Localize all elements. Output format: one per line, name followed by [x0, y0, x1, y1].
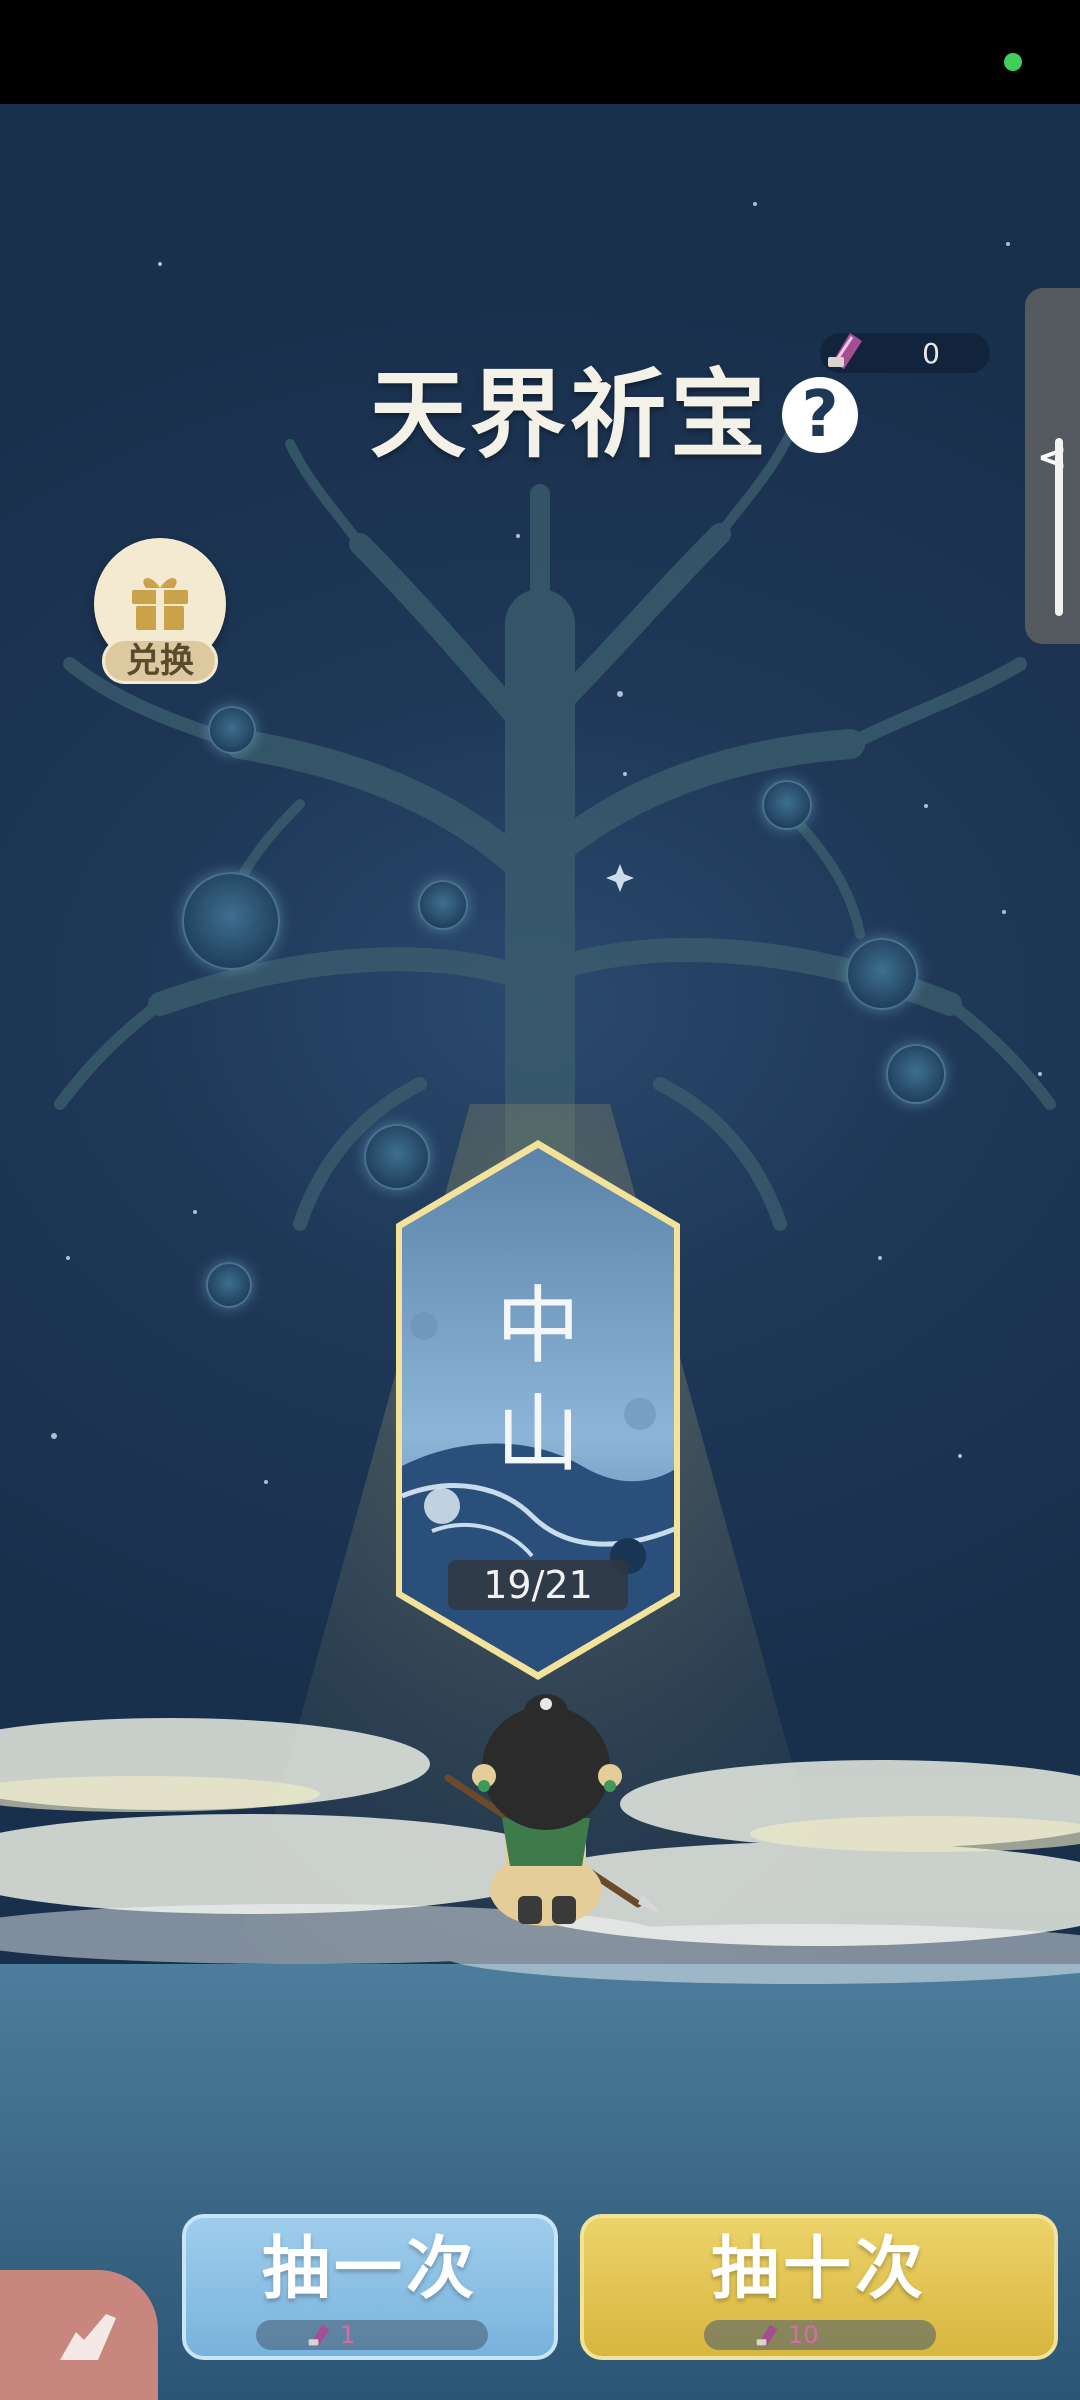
hero-character [444, 1694, 660, 1926]
spirit-orb-icon[interactable] [846, 938, 918, 1010]
page-title: 天界祈宝 ? [370, 360, 858, 470]
corner-menu-icon [60, 2314, 116, 2360]
exchange-button[interactable]: 兑换 [92, 538, 228, 690]
status-indicator-dot [1004, 53, 1022, 71]
status-bar [0, 0, 1080, 104]
corner-menu-button[interactable] [0, 2270, 158, 2400]
ticket-icon [828, 333, 862, 369]
spirit-orb-icon[interactable] [886, 1044, 946, 1104]
draw-ten-cost: 10 [704, 2320, 936, 2350]
currency-amount: 0 [922, 337, 940, 370]
draw-ten-label: 抽十次 [710, 2230, 927, 2309]
region-name-line-1: 中 [495, 1277, 580, 1375]
gift-icon [132, 578, 188, 630]
draw-once-cost-value: 1 [340, 2321, 356, 2349]
exchange-label: 兑换 [102, 638, 218, 684]
region-progress-count: 19/21 [448, 1560, 628, 1610]
side-panel-handle [1055, 438, 1063, 616]
draw-ten-button[interactable]: 抽十次 10 [580, 2214, 1058, 2360]
draw-once-cost: 1 [256, 2320, 488, 2350]
title-text: 天界祈宝 [370, 359, 770, 471]
side-panel-toggle[interactable]: < [1025, 288, 1080, 644]
ticket-icon [308, 2324, 330, 2347]
diamond-orb-icon[interactable] [182, 872, 280, 970]
spirit-orb-icon[interactable] [418, 880, 468, 930]
region-name-line-2: 山 [495, 1385, 580, 1483]
currency-counter: 0 [820, 333, 990, 373]
diamond-orb-icon[interactable] [208, 706, 256, 754]
draw-once-label: 抽一次 [261, 2230, 478, 2309]
draw-once-button[interactable]: 抽一次 1 [182, 2214, 558, 2360]
draw-ten-cost-value: 10 [788, 2321, 819, 2349]
spirit-orb-icon[interactable] [762, 780, 812, 830]
ticket-icon [756, 2324, 778, 2347]
region-card[interactable]: 中 山 19/21 [392, 1136, 684, 1684]
spirit-orb-icon[interactable] [206, 1262, 252, 1308]
help-icon[interactable]: ? [782, 377, 858, 453]
